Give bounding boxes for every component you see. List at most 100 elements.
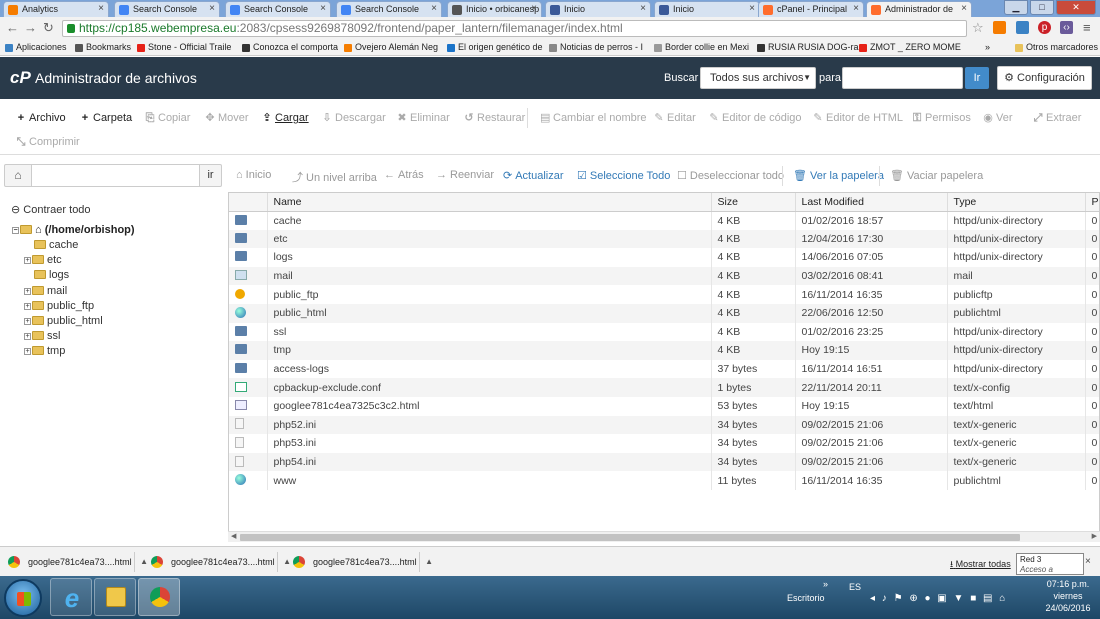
collapse-toggle-icon[interactable]: − [12, 227, 19, 234]
table-row[interactable]: logs 4 KB 14/06/2016 07:05 httpd/unix-direc… [229, 248, 1099, 267]
toolbar-carpeta-button[interactable]: + Carpeta [80, 111, 132, 125]
toolbar-ver-button[interactable]: ◉ Ver [983, 111, 1012, 125]
table-row[interactable]: cache 4 KB 01/02/2016 18:57 httpd/unix-dire… [229, 211, 1099, 230]
tree-item-public-html[interactable]: + public_html [24, 315, 103, 327]
table-row[interactable]: php54.ini 34 bytes 09/02/2015 21:06 text/x-… [229, 452, 1099, 472]
extension-code-icon[interactable]: ‹› [1060, 21, 1073, 34]
table-row[interactable]: cpbackup-exclude.conf 1 bytes 22/11/2014 2… [229, 378, 1099, 397]
browser-tab[interactable]: Inicio • orbicanesp × [447, 1, 542, 17]
close-tab-icon[interactable]: × [853, 2, 859, 16]
bookmark-item[interactable]: Ovejero Alemán Neg [343, 40, 438, 55]
close-downloads-icon[interactable]: × [1085, 556, 1091, 567]
expand-toggle-icon[interactable]: + [24, 318, 31, 325]
browser-tab[interactable]: Search Console × [114, 1, 220, 17]
browser-tab[interactable]: Analytics × [3, 1, 109, 17]
show-all-downloads-link[interactable]: ⭳ Mostrar todas [950, 557, 1011, 573]
expand-toggle-icon[interactable]: + [24, 302, 31, 310]
search-scope-select[interactable]: Todos sus archivos ▼ [700, 67, 816, 89]
taskbar-explorer[interactable] [94, 578, 136, 616]
bookmark-item[interactable]: Conozca el comporta [241, 40, 338, 55]
browser-tab[interactable]: Inicio × [545, 1, 651, 17]
tree-root[interactable]: − ⌂ (/home/orbishop) [12, 224, 135, 236]
forward-arrow-icon[interactable]: → [24, 21, 37, 35]
cpanel-logo[interactable]: cP [10, 68, 31, 88]
browser-tab[interactable]: cPanel - Principal × [758, 1, 864, 17]
table-row[interactable]: php52.ini 34 bytes 09/02/2015 21:06 text/x-… [229, 415, 1099, 435]
close-tab-icon[interactable]: × [98, 2, 104, 16]
maximize-button[interactable]: □ [1030, 0, 1054, 15]
download-item[interactable]: googlee781c4ea73....html ▲ [285, 552, 433, 572]
taskbar-ie[interactable]: e [50, 578, 92, 616]
close-tab-icon[interactable]: × [431, 2, 437, 16]
tree-item-etc[interactable]: + etc [24, 254, 62, 266]
tree-item-cache[interactable]: cache [34, 239, 78, 251]
table-row[interactable]: www 11 bytes 16/11/2014 16:35 publichtml 0 [229, 471, 1099, 490]
nav-actualizar-button[interactable]: ⟳ Actualizar [503, 169, 564, 182]
toolbar-eliminar-button[interactable]: ✖ Eliminar [397, 111, 449, 125]
toolbar-editar-button[interactable]: ✎ Editar [654, 111, 695, 125]
toolbar-descargar-button[interactable]: ⇩ Descargar [322, 111, 385, 125]
toolbar-restaurar-button[interactable]: ↺ Restaurar [464, 111, 525, 125]
tree-item-public-ftp[interactable]: + public_ftp [24, 300, 94, 312]
language-indicator[interactable]: ES [849, 582, 861, 592]
table-row[interactable]: public_html 4 KB 22/06/2016 12:50 publichtm… [229, 303, 1099, 323]
nav-inicio-button[interactable]: ⌂ Inicio [236, 169, 271, 181]
horizontal-scrollbar[interactable]: ◀ ▶ [228, 531, 1100, 542]
toolbar-editor-de-html-button[interactable]: ✎ Editor de HTML [813, 111, 903, 125]
scrollbar-thumb[interactable] [240, 534, 1020, 541]
bookmark-item[interactable]: Noticias de perros - I [548, 40, 643, 55]
show-hidden-icons-icon[interactable]: » [823, 579, 828, 589]
toolbar-cargar-button[interactable]: ⇪ Cargar [262, 111, 308, 125]
close-tab-icon[interactable]: × [961, 2, 967, 16]
browser-tab[interactable]: Search Console × [225, 1, 331, 17]
menu-icon[interactable]: ≡ [1083, 21, 1091, 35]
close-window-button[interactable]: ✕ [1056, 0, 1096, 15]
nav-deseleccionar-todo-button[interactable]: ☐ Deseleccionar todo [677, 169, 784, 182]
bookmark-item[interactable]: Stone - Official Traile [136, 40, 231, 55]
expand-toggle-icon[interactable]: + [24, 333, 31, 341]
scroll-right-icon[interactable]: ▶ [1092, 532, 1097, 540]
table-row[interactable]: etc 4 KB 12/04/2016 17:30 httpd/unix-direct… [229, 229, 1099, 249]
close-tab-icon[interactable]: × [320, 2, 326, 16]
other-bookmarks[interactable]: Otros marcadores [1014, 40, 1098, 55]
tree-item-mail[interactable]: + mail [24, 285, 67, 297]
close-tab-icon[interactable]: × [749, 2, 755, 16]
toolbar-archivo-button[interactable]: + Archivo [16, 111, 66, 125]
bookmark-item[interactable]: Border collie en Mexi [653, 40, 749, 55]
nav-vaciar-papelera-button[interactable]: 🗑 Vaciar papelera [890, 169, 983, 182]
settings-button[interactable]: ⚙ Configuración [997, 66, 1092, 90]
expand-toggle-icon[interactable]: + [24, 348, 31, 356]
taskbar-clock[interactable]: 07:16 p.m. viernes 24/06/2016 [1038, 578, 1098, 614]
column-header-name[interactable]: Name [267, 193, 712, 212]
system-tray-icons[interactable]: ◂ ♪ ⚑ ⊕ ● ▣ ▼ ■ ▤ ⌂ [870, 593, 1007, 604]
tree-item-logs[interactable]: logs [34, 269, 69, 281]
back-arrow-icon[interactable]: ← [6, 21, 19, 35]
toolbar-editor-de-c-digo-button[interactable]: ✎ Editor de código [709, 111, 801, 125]
table-row[interactable]: access-logs 37 bytes 16/11/2014 16:51 httpd… [229, 359, 1099, 379]
extension-analytics-icon[interactable] [993, 21, 1006, 34]
collapse-all-button[interactable]: ⊖ Contraer todo [11, 203, 91, 216]
bookmark-item[interactable]: Bookmarks [74, 40, 131, 55]
path-go-button[interactable]: ir [200, 164, 222, 187]
toolbar-extraer-button[interactable]: ⤢ Extraer [1033, 111, 1082, 125]
start-button[interactable] [4, 579, 42, 617]
table-row[interactable]: googlee781c4ea7325c3c2.html 53 bytes Hoy 1… [229, 396, 1099, 416]
download-options-icon[interactable]: ▲ [425, 552, 433, 572]
extension-box-icon[interactable] [1016, 21, 1029, 34]
minimize-button[interactable]: ▁ [1004, 0, 1028, 15]
toolbar-cambiar-el-nombre-button[interactable]: ▤ Cambiar el nombre [540, 111, 647, 125]
scroll-left-icon[interactable]: ◀ [231, 532, 236, 540]
nav-un-nivel-arriba-button[interactable]: ⤴ Un nivel arriba [292, 169, 377, 185]
bookmarks-more[interactable]: » [985, 40, 990, 55]
toolbar-comprimir-button[interactable]: ⤡ Comprimir [16, 135, 80, 149]
taskbar-chrome[interactable] [138, 578, 180, 616]
expand-toggle-icon[interactable]: + [24, 257, 31, 265]
tree-item-tmp[interactable]: + tmp [24, 345, 65, 357]
bookmark-item[interactable]: El origen genético de [446, 40, 543, 55]
home-button[interactable]: ⌂ [4, 164, 32, 187]
table-row[interactable]: php53.ini 34 bytes 09/02/2015 21:06 text/x-… [229, 434, 1099, 453]
nav-reenviar-button[interactable]: → Reenviar [436, 169, 494, 181]
nav-seleccione-todo-button[interactable]: ☑ Seleccione Todo [577, 169, 670, 182]
column-header-modified[interactable]: Last Modified [795, 193, 948, 212]
browser-tab[interactable]: Administrador de × [866, 1, 972, 17]
